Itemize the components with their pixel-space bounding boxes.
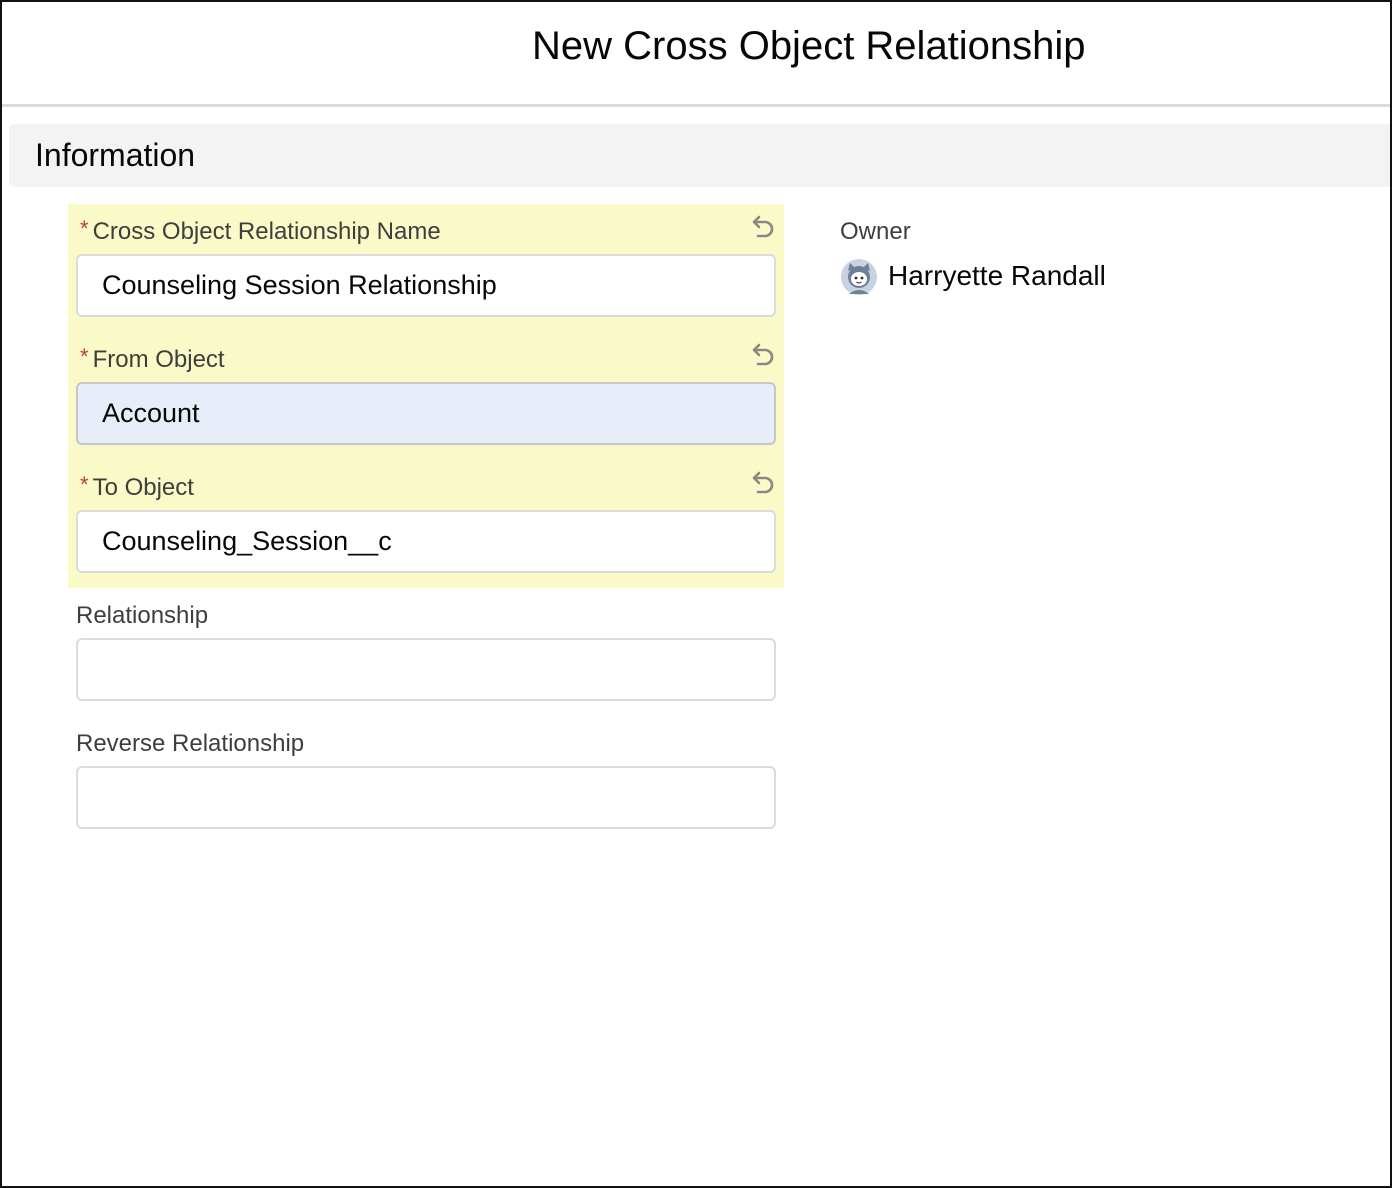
relationship-input[interactable] — [76, 638, 776, 701]
undo-icon[interactable] — [747, 213, 777, 243]
name-input[interactable]: Counseling Session Relationship — [76, 254, 776, 317]
name-field-label: * Cross Object Relationship Name — [80, 216, 441, 246]
required-indicator: * — [80, 344, 89, 369]
reverse-relationship-field-label: Reverse Relationship — [76, 730, 305, 757]
to-object-field-label-text: To Object — [92, 474, 194, 501]
undo-icon[interactable] — [747, 469, 777, 499]
from-object-field-label: * From Object — [80, 344, 225, 374]
from-object-field-label-text: From Object — [92, 346, 225, 373]
owner-name-link[interactable]: Harryette Randall — [888, 260, 1106, 292]
to-object-input-value: Counseling_Session__c — [102, 526, 392, 556]
modal-header: New Cross Object Relationship — [2, 2, 1390, 107]
owner-label: Owner — [840, 218, 911, 245]
to-object-input[interactable]: Counseling_Session__c — [76, 510, 776, 573]
section-title: Information — [35, 137, 196, 173]
required-indicator: * — [80, 472, 89, 497]
name-field-label-text: Cross Object Relationship Name — [92, 218, 441, 245]
section-header-information[interactable]: Information — [9, 124, 1390, 187]
relationship-field-label: Relationship — [76, 602, 209, 629]
to-object-field-label: * To Object — [80, 472, 194, 502]
name-input-value: Counseling Session Relationship — [102, 270, 497, 300]
required-indicator: * — [80, 216, 89, 241]
reverse-relationship-input[interactable] — [76, 766, 776, 829]
undo-icon[interactable] — [747, 341, 777, 371]
modal-window: New Cross Object Relationship Informatio… — [0, 0, 1392, 1188]
from-object-input[interactable]: Account — [76, 382, 776, 445]
modal-title: New Cross Object Relationship — [532, 24, 1086, 68]
from-object-input-value: Account — [102, 398, 200, 428]
user-avatar-icon[interactable] — [840, 258, 878, 296]
